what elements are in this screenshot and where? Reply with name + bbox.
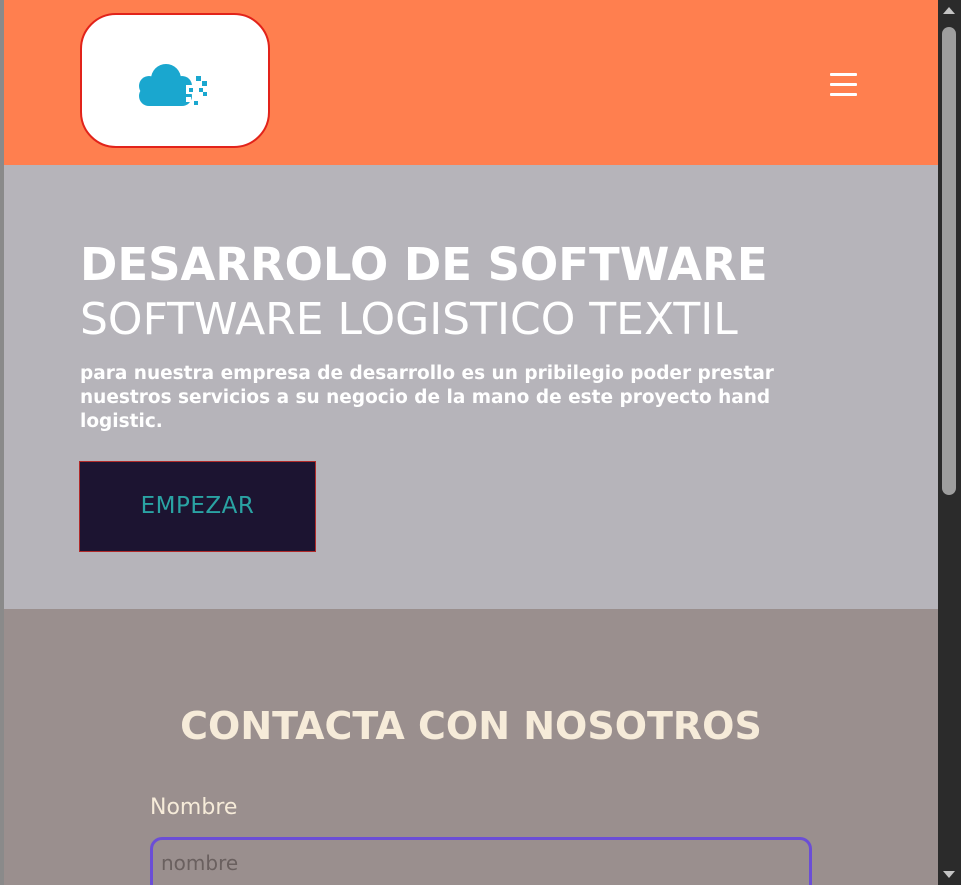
page-viewport: DESARROLO DE SOFTWARE SOFTWARE LOGISTICO… — [0, 0, 938, 885]
vertical-scrollbar[interactable] — [938, 0, 961, 885]
name-field-label: Nombre — [150, 795, 238, 820]
hero-title: DESARROLO DE SOFTWARE — [80, 238, 768, 291]
window-left-edge — [0, 0, 4, 885]
hero-section: DESARROLO DE SOFTWARE SOFTWARE LOGISTICO… — [4, 165, 938, 609]
hero-description: para nuestra empresa de desarrollo es un… — [80, 363, 774, 432]
scroll-down-arrow-icon[interactable] — [943, 871, 955, 878]
contact-section: CONTACTA CON NOSOTROS Nombre — [4, 609, 938, 885]
name-input[interactable] — [150, 837, 812, 885]
site-header — [4, 0, 938, 165]
contact-title: CONTACTA CON NOSOTROS — [180, 704, 762, 748]
scroll-up-arrow-icon[interactable] — [943, 7, 955, 14]
logo-link[interactable] — [80, 13, 270, 148]
hero-subtitle: SOFTWARE LOGISTICO TEXTIL — [80, 294, 738, 345]
scrollbar-thumb[interactable] — [942, 27, 956, 495]
hamburger-menu-button[interactable] — [830, 73, 858, 99]
cloud-logo-icon — [139, 64, 207, 106]
hamburger-menu-icon — [830, 73, 857, 76]
start-button[interactable]: EMPEZAR — [79, 461, 316, 552]
